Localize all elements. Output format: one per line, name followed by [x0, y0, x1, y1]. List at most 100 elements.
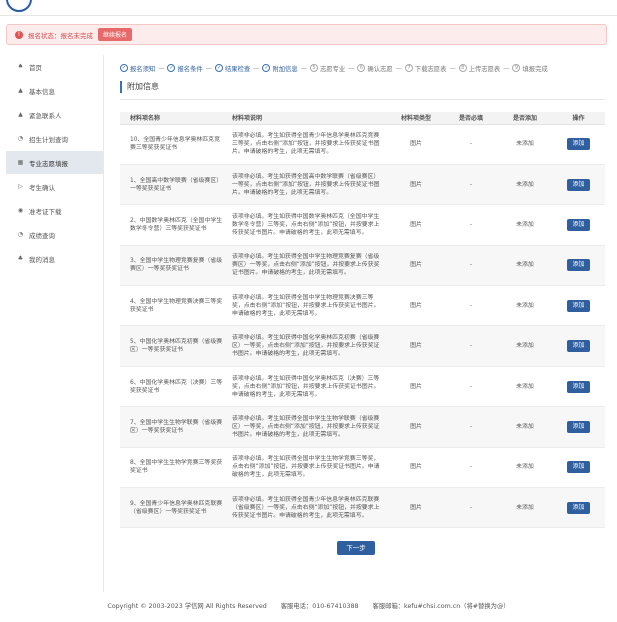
cell-type: 图片: [388, 325, 444, 367]
table-row: 10、全国青少年信息学奥林匹克竞赛三等奖获奖证书 该项非必填。考生如获得全国青少年…: [120, 124, 605, 165]
add-button[interactable]: 添加: [567, 461, 590, 474]
cell-type: 图片: [388, 164, 444, 206]
col-header-desc: 材料项说明: [228, 112, 388, 125]
number-circle-icon: 7: [404, 64, 413, 72]
step-9: 9 填报完成: [512, 64, 548, 73]
cell-name: 1、全国高中数学联赛（省级赛区）一等奖获奖证书: [120, 164, 228, 206]
error-icon: !: [15, 30, 23, 39]
step-label: 附加信息: [272, 65, 298, 73]
sidebar-item-2[interactable]: ▲ 紧急联系人: [6, 103, 103, 126]
cell-action: 添加: [552, 325, 605, 367]
table-row: 5、中国化学奥林匹克初赛（省级赛区）一等奖获奖证书 该项非必填。考生如获得中国化学…: [120, 325, 605, 367]
cell-name: 7、全国中学生生物学联赛（省级赛区）一等奖获奖证书: [120, 406, 228, 448]
cell-desc: 该项非必填。考生如获得中国数学奥林匹克（全国中学生数学冬令营）三等奖，点击右侧“…: [228, 204, 388, 246]
sidebar-item-label: 招生计划查询: [29, 135, 68, 144]
table-row: 1、全国高中数学联赛（省级赛区）一等奖获奖证书 该项非必填。考生如获得全国高中数学…: [120, 164, 605, 206]
sidebar-item-7[interactable]: ◔ 成绩查询: [6, 223, 103, 246]
sidebar-item-4[interactable]: ▦ 专业志愿填报: [6, 151, 103, 174]
cell-type: 图片: [388, 204, 444, 246]
cell-name: 8、全国中学生生物学竞赛三等奖获奖证书: [120, 447, 228, 489]
table-row: 4、全国中学生物理竞赛决赛三等奖获奖证书 该项非必填。考生如获得全国中学生物理竞赛…: [120, 285, 605, 327]
cell-desc: 该项非必填。考生如获得中国化学奥林匹克（决赛）三等奖，点击右侧“添加”按钮，并按…: [228, 366, 388, 408]
sidebar-nav: ♠ 首页 ▲ 基本信息 ▲ 紧急联系人 ◔ 招生计划查询 ▦ 专业志愿填报 ▷ 考生确认 ◉ 准考证下载 ◔…: [6, 55, 104, 592]
search-icon: ◔: [17, 231, 24, 238]
cell-required: -: [444, 366, 498, 408]
sidebar-item-label: 准考证下载: [29, 207, 62, 216]
cell-action: 添加: [552, 447, 605, 489]
cell-required: -: [444, 204, 498, 246]
cell-action: 添加: [552, 285, 605, 327]
sidebar-item-8[interactable]: ♣ 我的消息: [6, 247, 103, 270]
step-separator: —: [348, 64, 355, 72]
eye-icon: ◉: [17, 207, 24, 214]
check-circle-icon: ✓: [262, 64, 271, 72]
step-separator: —: [158, 64, 165, 72]
add-button[interactable]: 添加: [567, 501, 590, 514]
add-button[interactable]: 添加: [567, 299, 590, 312]
table-header-row: 材料项名称 材料项说明 材料项类型 是否必填 是否添加 操作: [120, 112, 605, 125]
cell-status: 未添加: [498, 406, 552, 448]
section-title: 附加信息: [120, 81, 159, 93]
registration-status-alert: ! 报名状态：报名未完成 继续报名: [6, 24, 607, 45]
cell-action: 添加: [552, 487, 605, 529]
sidebar-item-0[interactable]: ♠ 首页: [6, 55, 103, 78]
cell-desc: 该项非必填。考生如获得全国中学生生物学联赛（省级赛区）一等奖，点击右侧“添加”按…: [228, 406, 388, 448]
search-icon: ◔: [17, 135, 24, 142]
step-separator: —: [205, 64, 212, 72]
step-2: ✓ 报名条件: [167, 64, 203, 73]
cell-action: 添加: [552, 204, 605, 246]
cell-required: -: [444, 285, 498, 327]
check-circle-icon: ✓: [214, 64, 223, 72]
step-4: ✓ 附加信息: [262, 64, 298, 73]
cell-name: 9、全国青少年信息学奥林匹克联赛（省级赛区）一等奖获奖证书: [120, 487, 228, 529]
step-separator: —: [395, 64, 402, 72]
cell-name: 10、全国青少年信息学奥林匹克竞赛三等奖获奖证书: [120, 124, 228, 165]
add-button[interactable]: 添加: [567, 218, 590, 231]
add-button[interactable]: 添加: [567, 178, 590, 191]
add-button[interactable]: 添加: [567, 420, 590, 433]
number-circle-icon: 6: [357, 64, 366, 72]
add-button[interactable]: 添加: [567, 259, 590, 272]
step-8: 8 上传志愿表: [458, 64, 501, 73]
site-logo[interactable]: [6, 0, 32, 12]
cell-type: 图片: [388, 245, 444, 287]
step-5: 5 志愿专业: [309, 64, 345, 73]
add-button[interactable]: 添加: [567, 138, 590, 151]
form-icon: ▦: [17, 159, 24, 166]
sidebar-item-1[interactable]: ▲ 基本信息: [6, 79, 103, 102]
progress-steps: ✓ 报名须知 — ✓ 报名条件 — ✓ 结果检查 — ✓ 附加信息 —5 志愿专业 —6 确认志愿 —7 下载志…: [120, 61, 605, 75]
cell-action: 添加: [552, 406, 605, 448]
add-button[interactable]: 添加: [567, 340, 590, 353]
sidebar-item-6[interactable]: ◉ 准考证下载: [6, 199, 103, 222]
step-6: 6 确认志愿: [357, 64, 393, 73]
cell-required: -: [444, 447, 498, 489]
sidebar-item-5[interactable]: ▷ 考生确认: [6, 175, 103, 198]
footer: Copyright © 2003-2023 学信网 All Rights Res…: [0, 598, 617, 622]
step-label: 确认志愿: [367, 65, 393, 73]
materials-table: 材料项名称 材料项说明 材料项类型 是否必填 是否添加 操作 10、全国青少年信…: [120, 112, 605, 529]
sidebar-item-label: 考生确认: [29, 183, 55, 192]
cell-action: 添加: [552, 164, 605, 206]
cell-desc: 该项非必填。考生如获得全国中学生物理竞赛复赛（省级赛区）一等奖，点击右侧“添加”…: [228, 245, 388, 287]
confirm-icon: ▷: [18, 183, 23, 190]
sidebar-item-3[interactable]: ◔ 招生计划查询: [6, 127, 103, 150]
cell-status: 未添加: [498, 325, 552, 367]
cell-type: 图片: [388, 285, 444, 327]
table-row: 2、中国数学奥林匹克（全国中学生数学冬令营）三等奖获奖证书 该项非必填。考生如获得…: [120, 204, 605, 246]
cell-desc: 该项非必填。考生如获得全国青少年信息学奥林匹克竞赛三等奖，点击右侧“添加”按钮，…: [228, 124, 388, 165]
cell-action: 添加: [552, 366, 605, 408]
contact-icon: ▲: [18, 111, 23, 118]
continue-registration-button[interactable]: 继续报名: [98, 28, 133, 41]
home-icon: ♠: [17, 63, 24, 70]
add-button[interactable]: 添加: [567, 380, 590, 393]
cell-type: 图片: [388, 124, 444, 165]
table-row: 9、全国青少年信息学奥林匹克联赛（省级赛区）一等奖获奖证书 该项非必填。考生如获得…: [120, 487, 605, 529]
cell-desc: 该项非必填。考生如获得全国青少年信息学奥林匹克联赛（省级赛区）一等奖，点击右侧“…: [228, 487, 388, 529]
step-label: 上传志愿表: [468, 65, 501, 73]
next-step-button[interactable]: 下一步: [337, 541, 375, 555]
sidebar-item-label: 专业志愿填报: [29, 159, 68, 168]
cell-type: 图片: [388, 487, 444, 529]
col-header-action: 操作: [552, 112, 605, 125]
cell-type: 图片: [388, 366, 444, 408]
cell-type: 图片: [388, 447, 444, 489]
